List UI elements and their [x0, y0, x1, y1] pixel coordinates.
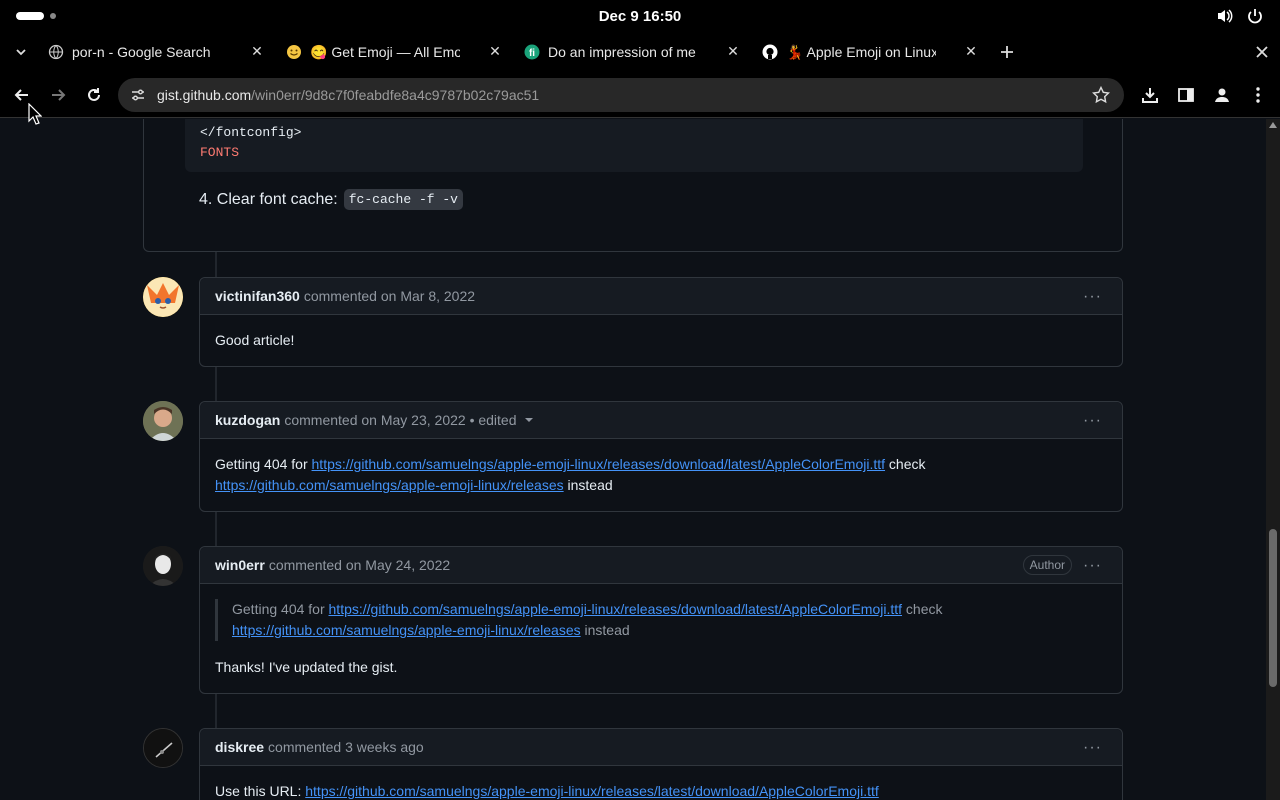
tab-title: por-n - Google Search	[72, 44, 211, 60]
comment-text: check	[885, 456, 926, 472]
comment-header: win0err commented on May 24, 2022 Author…	[200, 547, 1122, 584]
comment-link[interactable]: https://github.com/samuelngs/apple-emoji…	[312, 456, 886, 472]
mouse-cursor-icon	[28, 103, 42, 125]
gist-file-box: </fontconfig> FONTS 4. Clear font cache:…	[143, 119, 1123, 252]
emoji-icon	[286, 44, 302, 60]
scrollbar-thumb[interactable]	[1269, 529, 1277, 687]
system-top-bar: Dec 9 16:50	[0, 0, 1280, 32]
page-content: </fontconfig> FONTS 4. Clear font cache:…	[0, 119, 1266, 800]
instruction-step: 4. Clear font cache: fc-cache -f -v	[199, 189, 463, 210]
browser-toolbar: gist.github.com/win0err/9d8c7f0feabdfe8a…	[0, 72, 1280, 118]
author-badge: Author	[1022, 555, 1072, 575]
edit-history-caret-icon[interactable]	[524, 418, 533, 422]
quote-text: check	[902, 601, 943, 617]
comment-author[interactable]: kuzdogan	[215, 412, 280, 428]
tab-impression[interactable]: fi Do an impression of me a ✕	[524, 36, 742, 68]
tab-title: 💃 Apple Emoji on Linux	[786, 43, 936, 60]
comment-more-icon[interactable]: ···	[1083, 557, 1102, 575]
comment: kuzdogan commented on May 23, 2022 • edi…	[199, 401, 1123, 512]
code-line: </fontconfig>	[200, 125, 302, 140]
comment-more-icon[interactable]: ···	[1083, 739, 1102, 757]
site-settings-icon[interactable]	[130, 87, 146, 108]
tab-strip: por-n - Google Search ✕ 😋 Get Emoji — Al…	[0, 32, 1280, 72]
f-icon: fi	[524, 44, 540, 60]
comment-author[interactable]: diskree	[215, 739, 264, 755]
new-tab-icon[interactable]	[996, 41, 1018, 63]
comment-more-icon[interactable]: ···	[1083, 412, 1102, 430]
bookmark-star-icon[interactable]	[1091, 85, 1111, 109]
close-tab-icon[interactable]: ✕	[486, 43, 504, 60]
comment-meta[interactable]: commented on Mar 8, 2022	[304, 288, 475, 304]
comment-meta[interactable]: commented on May 23, 2022 • edited	[284, 412, 516, 428]
comment-meta[interactable]: commented on May 24, 2022	[269, 557, 450, 573]
comment-author[interactable]: victinifan360	[215, 288, 300, 304]
comment-text: Getting 404 for	[215, 456, 312, 472]
comment: victinifan360 commented on Mar 8, 2022 ·…	[199, 277, 1123, 367]
comment-body: Use this URL: https://github.com/samueln…	[200, 766, 1122, 800]
avatar[interactable]	[143, 277, 183, 317]
quote-text: instead	[580, 622, 630, 638]
side-panel-icon[interactable]	[1175, 84, 1197, 106]
code-line: FONTS	[200, 145, 240, 160]
tab-search-chevron-icon[interactable]	[10, 41, 32, 63]
power-icon[interactable]	[1246, 7, 1264, 25]
globe-icon	[48, 44, 64, 60]
forward-icon[interactable]	[47, 84, 69, 106]
comment: diskree commented 3 weeks ago ··· Use th…	[199, 728, 1123, 800]
quote-text: Getting 404 for	[232, 601, 329, 617]
avatar[interactable]	[143, 728, 183, 768]
tab-google-search[interactable]: por-n - Google Search ✕	[48, 36, 266, 68]
comment-header: kuzdogan commented on May 23, 2022 • edi…	[200, 402, 1122, 439]
avatar[interactable]	[143, 401, 183, 441]
comment-header: diskree commented 3 weeks ago ···	[200, 729, 1122, 766]
comment-more-icon[interactable]: ···	[1083, 288, 1102, 306]
close-tab-icon[interactable]: ✕	[248, 43, 266, 60]
comment-text: Good article!	[215, 332, 295, 348]
tab-apple-emoji-linux[interactable]: 💃 Apple Emoji on Linux ✕	[762, 36, 980, 68]
svg-text:fi: fi	[529, 48, 535, 59]
quote-link[interactable]: https://github.com/samuelngs/apple-emoji…	[329, 601, 903, 617]
close-tab-icon[interactable]: ✕	[724, 43, 742, 60]
comment-text: Use this URL:	[215, 783, 306, 799]
comment-quote: Getting 404 for https://github.com/samue…	[215, 599, 1107, 641]
download-icon[interactable]	[1139, 84, 1161, 106]
comment-meta[interactable]: commented 3 weeks ago	[268, 739, 424, 755]
tab-title: Do an impression of me a	[548, 44, 698, 60]
inline-code: fc-cache -f -v	[343, 189, 463, 210]
tab-get-emoji[interactable]: 😋 Get Emoji — All Emoji ✕	[286, 36, 504, 68]
github-icon	[762, 44, 778, 60]
close-window-icon[interactable]	[1251, 41, 1273, 63]
page-scrollbar[interactable]	[1266, 119, 1280, 800]
tab-title: 😋 Get Emoji — All Emoji	[310, 43, 460, 60]
url-text: gist.github.com/win0err/9d8c7f0feabdfe8a…	[157, 87, 540, 103]
scroll-up-arrow-icon[interactable]	[1269, 122, 1277, 128]
comment-body: Good article!	[200, 315, 1122, 366]
step-text: 4. Clear font cache:	[199, 190, 338, 208]
reload-icon[interactable]	[83, 84, 105, 106]
comment-text: instead	[563, 477, 613, 493]
comment-text: Thanks! I've updated the gist.	[215, 659, 398, 675]
comment-author[interactable]: win0err	[215, 557, 265, 573]
comment-body: Getting 404 for https://github.com/samue…	[200, 584, 1122, 693]
comment-header: victinifan360 commented on Mar 8, 2022 ·…	[200, 278, 1122, 315]
address-bar[interactable]: gist.github.com/win0err/9d8c7f0feabdfe8a…	[118, 78, 1124, 112]
avatar[interactable]	[143, 546, 183, 586]
comment-link[interactable]: https://github.com/samuelngs/apple-emoji…	[215, 477, 564, 493]
comment-body: Getting 404 for https://github.com/samue…	[200, 439, 1122, 511]
comment: win0err commented on May 24, 2022 Author…	[199, 546, 1123, 694]
menu-kebab-icon[interactable]	[1247, 84, 1269, 106]
quote-link[interactable]: https://github.com/samuelngs/apple-emoji…	[232, 622, 581, 638]
profile-icon[interactable]	[1211, 84, 1233, 106]
clock[interactable]: Dec 9 16:50	[0, 8, 1280, 25]
comment-link[interactable]: https://github.com/samuelngs/apple-emoji…	[305, 783, 879, 799]
close-tab-icon[interactable]: ✕	[962, 43, 980, 60]
code-block: </fontconfig> FONTS	[185, 119, 1083, 172]
volume-icon[interactable]	[1216, 7, 1234, 25]
